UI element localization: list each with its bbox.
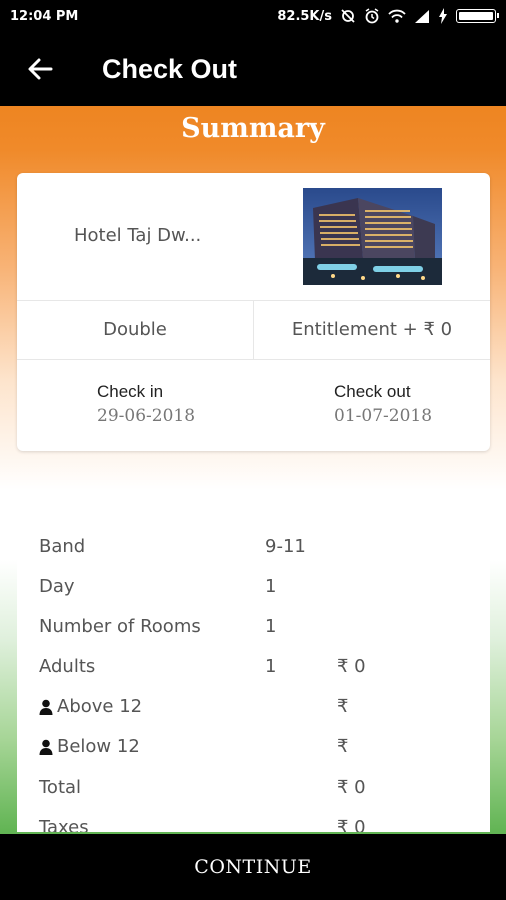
detail-amount: ₹ 0 bbox=[337, 817, 366, 832]
hotel-image[interactable] bbox=[303, 188, 442, 285]
detail-label: Total bbox=[39, 777, 82, 798]
detail-row: Taxes ₹ 0 bbox=[17, 817, 490, 832]
detail-value: 1 bbox=[265, 656, 277, 677]
alarm-icon bbox=[365, 8, 379, 24]
network-speed: 82.5K/s bbox=[277, 8, 332, 24]
detail-label: Below 12 bbox=[57, 736, 140, 757]
detail-label: Taxes bbox=[39, 817, 89, 832]
check-in: Check in 29-06-2018 bbox=[97, 382, 195, 426]
detail-label-group: Above 12 bbox=[39, 696, 142, 717]
detail-label: Adults bbox=[39, 656, 96, 677]
wifi-icon bbox=[388, 9, 406, 23]
entitlement: Entitlement + ₹ 0 bbox=[291, 319, 453, 340]
signal-icon bbox=[415, 10, 429, 23]
detail-row: Above 12 ₹ bbox=[17, 696, 490, 736]
detail-row: Number of Rooms 1 bbox=[17, 616, 490, 656]
detail-amount: ₹ bbox=[337, 696, 349, 717]
page-title: Check Out bbox=[102, 53, 238, 84]
detail-label: Band bbox=[39, 536, 86, 557]
hotel-row: Hotel Taj Dw... bbox=[17, 173, 490, 301]
check-out: Check out 01-07-2018 bbox=[334, 382, 432, 426]
detail-value: 9-11 bbox=[265, 536, 306, 557]
room-type: Double bbox=[17, 300, 254, 359]
detail-label: Above 12 bbox=[57, 696, 143, 717]
detail-value: 1 bbox=[265, 616, 277, 637]
detail-row: Day 1 bbox=[17, 576, 490, 616]
check-out-label: Check out bbox=[334, 382, 411, 401]
booking-details: Band 9-11 Day 1 Number of Rooms 1 Adults… bbox=[17, 512, 490, 832]
detail-row: Band 9-11 bbox=[17, 536, 490, 576]
person-icon bbox=[39, 699, 53, 715]
app-bar: Check Out bbox=[0, 32, 506, 106]
detail-label: Number of Rooms bbox=[39, 616, 201, 637]
detail-amount: ₹ 0 bbox=[337, 656, 366, 677]
detail-amount: ₹ 0 bbox=[337, 777, 366, 798]
detail-row: Total ₹ 0 bbox=[17, 777, 490, 817]
check-in-label: Check in bbox=[97, 382, 164, 401]
detail-label: Day bbox=[39, 576, 75, 597]
detail-row: Adults 1 ₹ 0 bbox=[17, 656, 490, 696]
status-icons: 82.5K/s bbox=[277, 8, 499, 24]
detail-label-group: Below 12 bbox=[39, 736, 140, 757]
hotel-name: Hotel Taj Dw... bbox=[74, 225, 202, 246]
detail-amount: ₹ bbox=[337, 736, 349, 757]
detail-row: Below 12 ₹ bbox=[17, 736, 490, 776]
status-bar: 12:04 PM 82.5K/s bbox=[0, 0, 506, 32]
status-time: 12:04 PM bbox=[10, 8, 79, 24]
booking-summary-card: Hotel Taj Dw... Double Entitlement + ₹ 0… bbox=[17, 173, 490, 451]
summary-heading: Summary bbox=[181, 113, 325, 144]
continue-button[interactable]: CONTINUE bbox=[0, 834, 506, 900]
check-in-date: 29-06-2018 bbox=[97, 406, 196, 426]
person-icon bbox=[39, 739, 53, 755]
charging-icon bbox=[439, 8, 447, 24]
sync-off-icon bbox=[341, 9, 355, 23]
room-row: Double Entitlement + ₹ 0 bbox=[17, 300, 490, 360]
check-out-date: 01-07-2018 bbox=[334, 406, 433, 426]
detail-value: 1 bbox=[265, 576, 277, 597]
arrow-left-icon bbox=[28, 58, 53, 80]
back-button[interactable] bbox=[0, 56, 80, 82]
battery-icon bbox=[456, 9, 499, 23]
dates-row: Check in 29-06-2018 Check out 01-07-2018 bbox=[17, 360, 490, 451]
